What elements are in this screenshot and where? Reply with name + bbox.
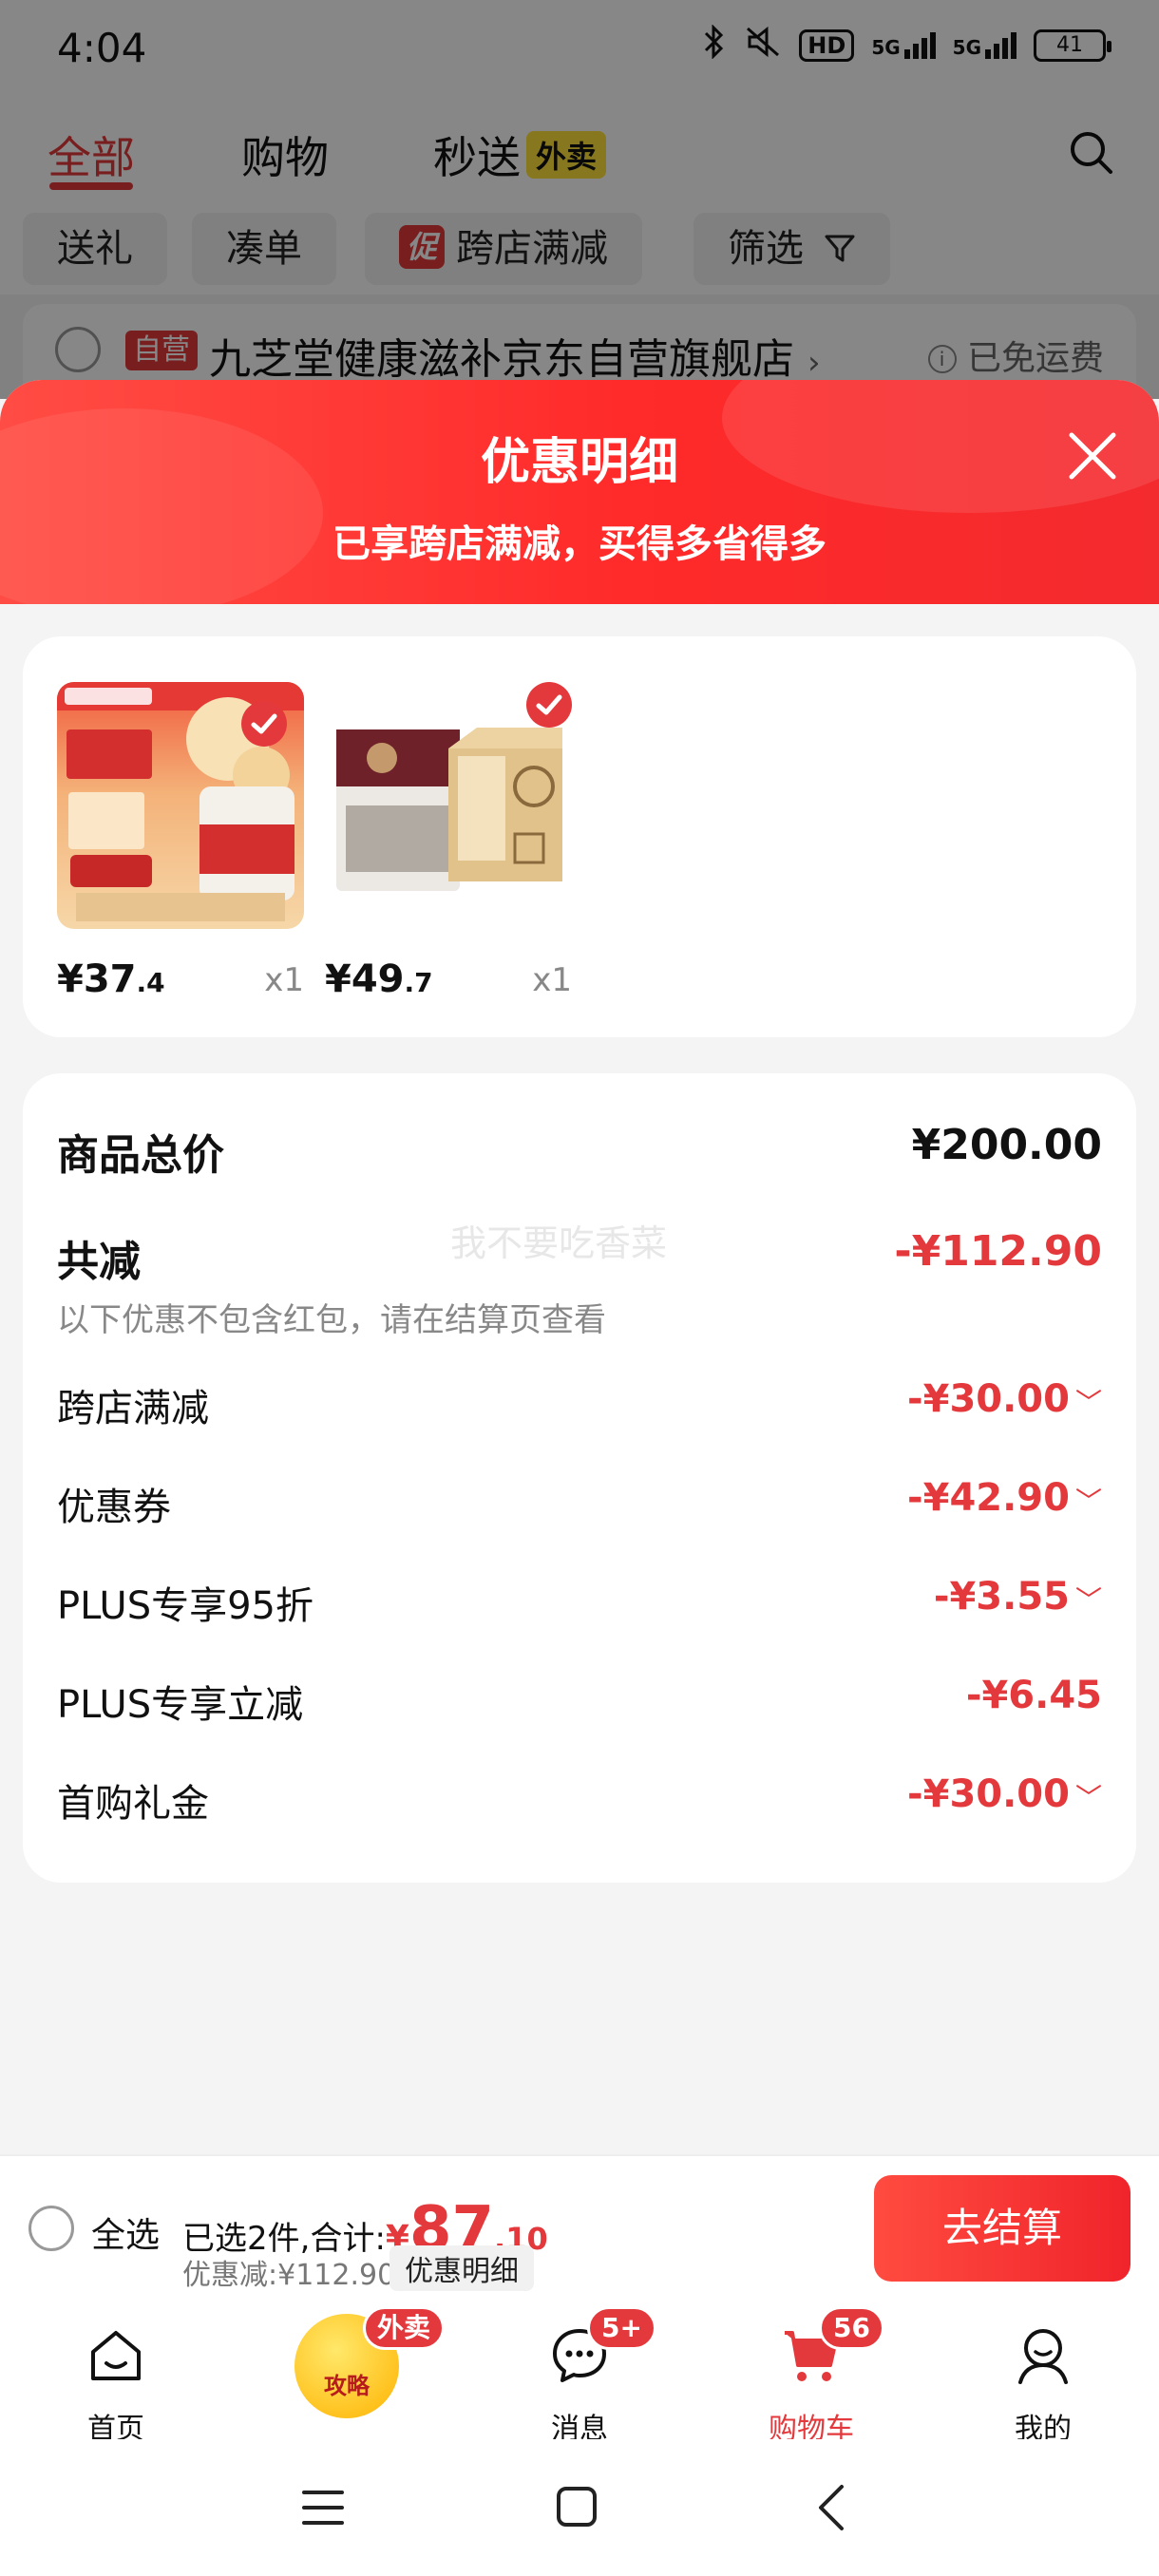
waimai-badge: 外卖 <box>363 2306 446 2350</box>
reduction-note: 以下优惠不包含红包，请在结算页查看 <box>57 1301 606 1339</box>
discount-summary: 优惠减:¥112.90 <box>182 2259 396 2292</box>
product-quantity: x1 <box>264 961 304 999</box>
checkout-bar: 全选 已选2件,合计:¥87.10 优惠减:¥112.90 优惠明细 去结算 <box>0 2154 1159 2297</box>
discount-row[interactable]: 跨店满减 -¥30.00 ﹀ <box>57 1377 1102 1430</box>
product-quantity: x1 <box>532 961 572 999</box>
total-reduction-value: -¥112.90 <box>894 1227 1102 1276</box>
profile-icon <box>1018 2329 1068 2384</box>
select-all-radio[interactable] <box>28 2206 74 2251</box>
discount-value: -¥42.90 ﹀ <box>907 1476 1102 1520</box>
strategy-label: 攻略 <box>324 2373 370 2399</box>
cart-badge: 56 <box>819 2306 884 2350</box>
discount-value: -¥6.45 <box>965 1674 1102 1717</box>
discount-label: PLUS专享95折 <box>57 1584 314 1628</box>
chevron-down-icon: ﹀ <box>1074 1782 1102 1813</box>
discount-value: -¥3.55 ﹀ <box>933 1575 1102 1619</box>
product-price: ¥37.4 <box>57 957 165 1001</box>
sheet-subtitle: 已享跨店满减，买得多省得多 <box>332 522 826 566</box>
discount-label: 跨店满减 <box>57 1387 209 1430</box>
chevron-down-icon: ﹀ <box>1074 1486 1102 1517</box>
products-card: ¥37.4 x1 ¥49.7 x1 <box>23 636 1136 1037</box>
chevron-down-icon: ﹀ <box>1074 1584 1102 1616</box>
discount-detail-button[interactable]: 优惠明细 <box>390 2245 534 2291</box>
home-icon <box>91 2331 141 2380</box>
discount-label: PLUS专享立减 <box>57 1683 304 1727</box>
total-price-label: 商品总价 <box>57 1131 224 1180</box>
discount-detail-sheet: 优惠明细 已享跨店满减，买得多省得多 ¥37.4 x1 ¥49.7 x1 我不要… <box>0 380 1159 2154</box>
total-price-value: ¥200.00 <box>911 1121 1102 1169</box>
discount-row[interactable]: 优惠券 -¥42.90 ﹀ <box>57 1476 1102 1529</box>
product-price: ¥49.7 <box>325 957 433 1001</box>
checkout-button[interactable]: 去结算 <box>874 2175 1130 2282</box>
system-navigation-bar <box>0 2439 1159 2576</box>
discount-label: 优惠券 <box>57 1486 171 1529</box>
discount-value: -¥30.00 ﹀ <box>907 1772 1102 1816</box>
home-square-icon[interactable] <box>555 2485 598 2529</box>
sheet-title: 优惠明细 <box>480 434 678 491</box>
menu-icon[interactable] <box>300 2487 346 2529</box>
discount-label: 首购礼金 <box>57 1782 209 1826</box>
close-icon[interactable] <box>1064 427 1121 484</box>
discount-detail-card: 我不要吃香菜 商品总价 ¥200.00 共减 -¥112.90 以下优惠不包含红… <box>23 1073 1136 1883</box>
discount-value: -¥30.00 ﹀ <box>907 1377 1102 1421</box>
chevron-down-icon: ﹀ <box>1074 1387 1102 1418</box>
messages-badge: 5+ <box>587 2306 656 2350</box>
sheet-header: 优惠明细 已享跨店满减，买得多省得多 <box>0 380 1159 617</box>
total-reduction-label: 共减 <box>57 1238 141 1286</box>
discount-row[interactable]: PLUS专享95折 -¥3.55 ﹀ <box>57 1575 1102 1628</box>
total-reduction-row: 共减 -¥112.90 <box>57 1227 1102 1286</box>
bottom-tab-bar: 首页 攻略 外卖 消息 5+ 购物车 56 我的 <box>0 2297 1159 2446</box>
select-all-label[interactable]: 全选 <box>91 2207 160 2257</box>
dim-overlay[interactable] <box>0 0 1159 399</box>
total-price-row: 商品总价 ¥200.00 <box>57 1121 1102 1180</box>
discount-row: PLUS专享立减 -¥6.45 <box>57 1674 1102 1727</box>
discount-row[interactable]: 首购礼金 -¥30.00 ﹀ <box>57 1772 1102 1826</box>
back-icon[interactable] <box>813 2483 847 2532</box>
selected-check-icon[interactable] <box>526 682 572 728</box>
selected-check-icon[interactable] <box>241 701 287 747</box>
